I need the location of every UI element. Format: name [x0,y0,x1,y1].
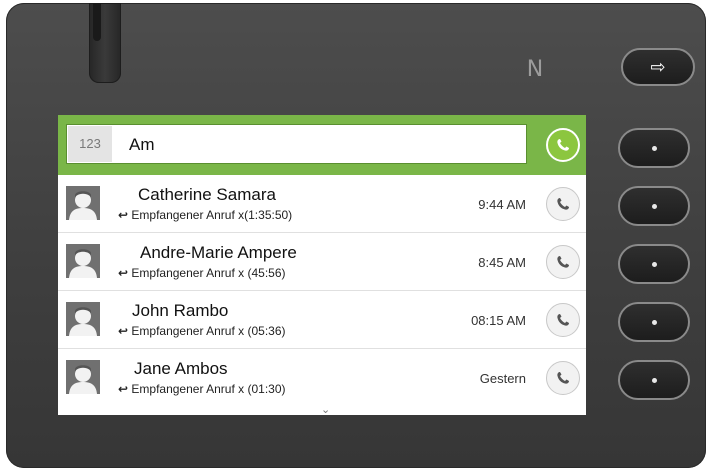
search-query: Am [129,135,155,154]
call-button[interactable] [546,303,580,337]
list-item[interactable]: Catherine Samara ↩ Empfangener Anruf x(1… [58,175,586,233]
avatar-icon [66,186,100,220]
call-detail: ↩ Empfangener Anruf x (45:56) [118,266,286,280]
call-button[interactable] [546,187,580,221]
received-call-icon: ↩ [118,324,129,338]
call-time: 9:44 AM [478,197,526,212]
exit-key[interactable]: ⇨ [621,48,695,86]
softkey-2[interactable] [618,186,690,226]
chevron-down-icon: ⌄ [321,403,331,415]
call-detail: ↩ Empfangener Anruf x(1:35:50) [118,208,293,222]
avatar-icon [66,360,100,394]
call-detail: ↩ Empfangener Anruf x (01:30) [118,382,286,396]
contact-name: Catherine Samara [138,185,276,204]
display-screen: 123 Am Catherine Samara ↩ Empfangener An… [58,115,586,415]
contact-name: Jane Ambos [134,359,228,378]
search-bar: 123 Am [58,115,586,175]
input-mode-badge[interactable]: 123 [68,126,112,162]
call-time: 08:15 AM [471,313,526,328]
contact-name: Andre-Marie Ampere [140,243,297,262]
softkey-1[interactable] [618,128,690,168]
received-call-icon: ↩ [118,382,129,396]
softkey-5[interactable] [618,360,690,400]
softkey-4[interactable] [618,302,690,342]
phone-icon [557,256,569,268]
softkey-3[interactable] [618,244,690,284]
list-item[interactable]: John Rambo ↩ Empfangener Anruf x (05:36)… [58,291,586,349]
phone-icon [557,372,569,384]
call-time: 8:45 AM [478,255,526,270]
search-input[interactable]: 123 Am [66,124,527,164]
list-item[interactable]: Jane Ambos ↩ Empfangener Anruf x (01:30)… [58,349,586,407]
received-call-icon: ↩ [118,208,129,222]
dial-button[interactable] [546,128,580,162]
phone-icon [557,314,569,326]
handset-slot [89,3,121,83]
avatar-icon [66,244,100,278]
contact-name: John Rambo [132,301,229,320]
phone-icon [557,198,569,210]
call-button[interactable] [546,361,580,395]
list-item[interactable]: Andre-Marie Ampere ↩ Empfangener Anruf x… [58,233,586,291]
phone-icon [557,139,569,151]
exit-icon: ⇨ [650,56,666,78]
call-detail: ↩ Empfangener Anruf x (05:36) [118,324,286,338]
call-time: Gestern [479,371,526,386]
nfc-icon: N [526,57,544,82]
received-call-icon: ↩ [118,266,129,280]
call-button[interactable] [546,245,580,279]
avatar-icon [66,302,100,336]
